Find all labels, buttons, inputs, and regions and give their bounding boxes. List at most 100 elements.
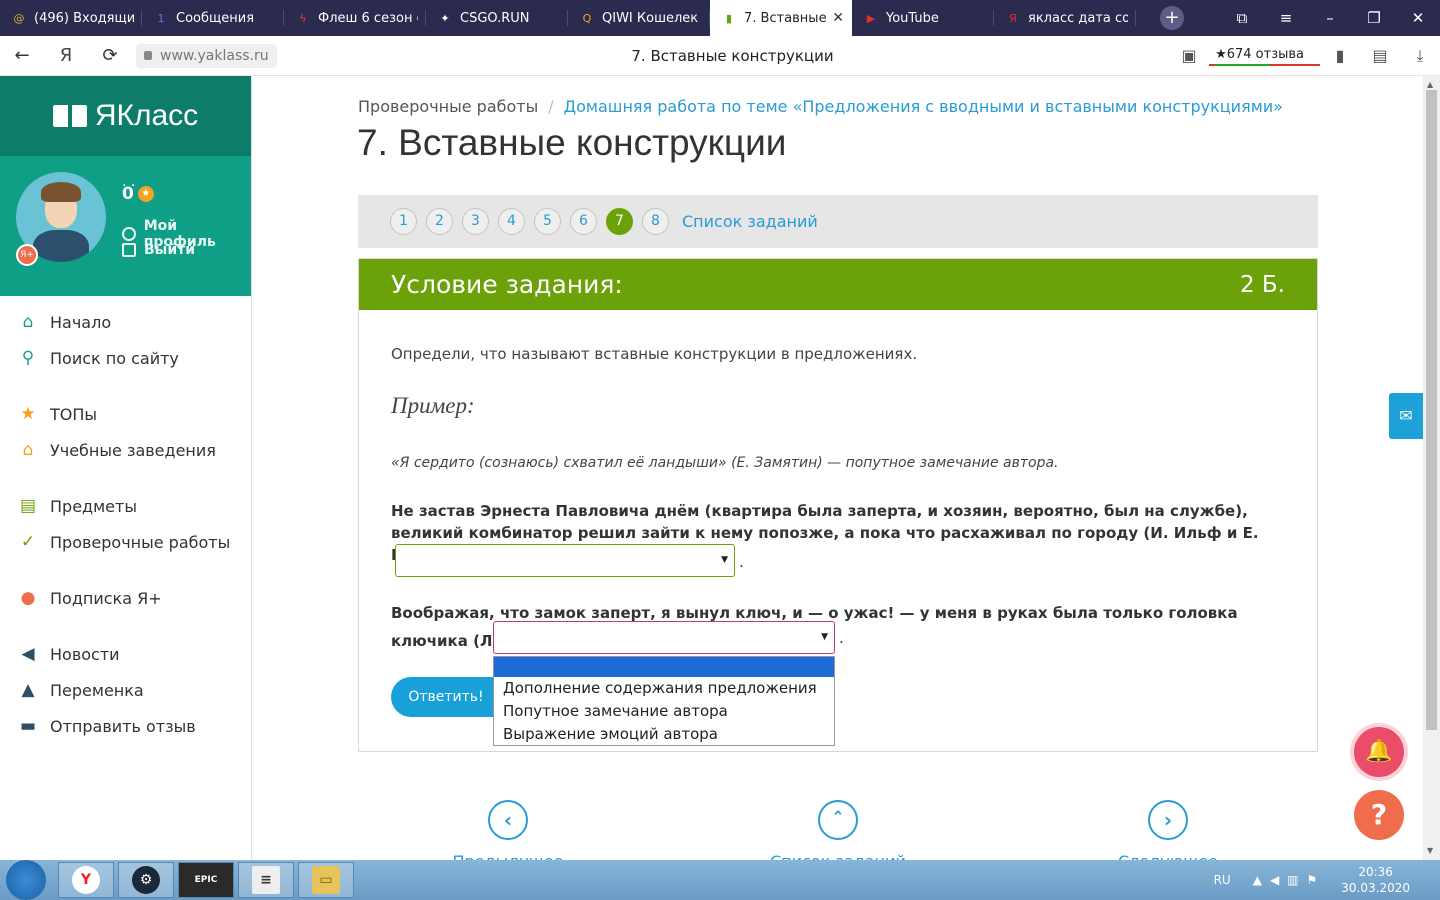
- next-task-link[interactable]: › Следующее задание: [1088, 800, 1248, 860]
- browser-tab-label: Флеш 6 сезон с: [318, 10, 418, 26]
- logout-link[interactable]: Выйти: [122, 242, 195, 258]
- tray-arrow-icon[interactable]: ▲: [1253, 873, 1262, 887]
- browser-tab-label: QIWI Кошелек: [602, 10, 699, 26]
- network-icon[interactable]: ▥: [1287, 873, 1298, 887]
- browser-tab[interactable]: Яякласс дата соз: [994, 0, 1136, 36]
- ya-plus-icon: ●: [20, 588, 36, 608]
- check-circle-icon: ✓: [20, 532, 36, 552]
- sidebar-item[interactable]: ⌂ Учебные заведения: [0, 432, 251, 468]
- breadcrumb-root[interactable]: Проверочные работы: [358, 97, 538, 116]
- sidebar-item[interactable]: ▤ Предметы: [0, 488, 251, 524]
- extensions-icon[interactable]: ▤: [1360, 46, 1400, 65]
- back-arrow-icon[interactable]: ←: [0, 45, 44, 66]
- sidebar-item[interactable]: ⌂ Начало: [0, 304, 251, 340]
- dropdown-option[interactable]: Попутное замечание автора: [494, 700, 834, 723]
- task-number-2[interactable]: 2: [426, 208, 453, 235]
- scroll-up-icon[interactable]: ▲: [1427, 80, 1433, 89]
- taskbar-notepad[interactable]: ≡: [238, 862, 294, 898]
- browser-tab[interactable]: 1 Сообщения: [142, 0, 284, 36]
- at-icon: @: [13, 11, 25, 25]
- sidebar-item[interactable]: ⚲ Поиск по сайту: [0, 340, 251, 376]
- task-number-7[interactable]: 7: [606, 208, 633, 235]
- sidebar-item[interactable]: ▬ Отправить отзыв: [0, 708, 251, 744]
- notification-bell-icon[interactable]: 🔔: [1354, 727, 1404, 777]
- chevron-down-icon: ▼: [821, 632, 828, 642]
- browser-tab-label: (496) Входящие: [34, 10, 134, 26]
- dropdown-option[interactable]: Выражение эмоций автора: [494, 723, 834, 746]
- logo[interactable]: ЯКласс: [0, 76, 251, 156]
- dropdown-option[interactable]: Дополнение содержания предложения: [494, 677, 834, 700]
- volume-icon[interactable]: ◀: [1270, 873, 1279, 887]
- flag-icon[interactable]: ⚑: [1307, 873, 1318, 887]
- task-list-footer-label: Список заданий: [770, 852, 906, 860]
- scrollbar-thumb[interactable]: [1426, 90, 1437, 730]
- task-number-4[interactable]: 4: [498, 208, 525, 235]
- task-number-1[interactable]: 1: [390, 208, 417, 235]
- task-card-header: Условие задания: 2 Б.: [359, 259, 1317, 310]
- browser-tab-label: якласс дата соз: [1028, 10, 1128, 26]
- sidebar-item[interactable]: ● Подписка Я+: [0, 580, 251, 616]
- coin-icon: ★: [137, 186, 154, 202]
- taskbar-yandex-browser[interactable]: Y: [58, 862, 114, 898]
- sidebar-item[interactable]: ★ ТОПы: [0, 396, 251, 432]
- help-question-icon[interactable]: ?: [1354, 790, 1404, 840]
- yandex-icon[interactable]: Я: [44, 45, 88, 66]
- minimize-icon[interactable]: –: [1308, 9, 1352, 27]
- browser-tab[interactable]: ϟ Флеш 6 сезон с: [284, 0, 426, 36]
- breadcrumb-current[interactable]: Домашняя работа по теме «Предложения с в…: [564, 97, 1283, 116]
- mail-icon[interactable]: ✉: [1389, 393, 1423, 439]
- start-button[interactable]: [6, 860, 46, 900]
- close-tab-icon[interactable]: ✕: [832, 10, 844, 26]
- browser-tab[interactable]: ▮ 7. Вставные к ✕: [710, 0, 852, 36]
- sidebar-item[interactable]: ◀ Новости: [0, 636, 251, 672]
- chevron-down-icon: ▼: [721, 555, 728, 565]
- bookmark-icon[interactable]: ▮: [1320, 46, 1360, 65]
- browser-tab-bar: @ (496) Входящие 1 Сообщения ϟ Флеш 6 сезон с…: [0, 0, 1440, 36]
- task-list-link[interactable]: Список заданий: [682, 212, 818, 231]
- sidebar-item[interactable]: ✓ Проверочные работы: [0, 524, 251, 560]
- answer-select-1[interactable]: ▼: [395, 544, 735, 577]
- taskbar-steam[interactable]: ⚙: [118, 862, 174, 898]
- sidebar-item-label: Переменка: [50, 680, 144, 700]
- taskbar: Y ⚙ EPIC ≡ ▭ RU ▲ ◀ ▥ ⚑ 20:36 30.03.2020: [0, 860, 1440, 900]
- clock[interactable]: 20:36 30.03.2020: [1341, 864, 1410, 896]
- taskbar-explorer[interactable]: ▭: [298, 862, 354, 898]
- prev-task-link[interactable]: ‹ Предыдущее задание: [423, 800, 593, 860]
- reload-icon[interactable]: ⟳: [88, 45, 132, 66]
- sidebar-item[interactable]: ▲ Переменка: [0, 672, 251, 708]
- menu-icon[interactable]: ≡: [1264, 9, 1308, 27]
- browser-tab[interactable]: ✦ CSGO.RUN: [426, 0, 568, 36]
- steam-icon: ⚙: [132, 866, 160, 894]
- answer-select-2[interactable]: ▼: [493, 621, 835, 654]
- task-number-8[interactable]: 8: [642, 208, 669, 235]
- language-indicator[interactable]: RU: [1214, 873, 1231, 887]
- browser-tab[interactable]: ▶ YouTube: [852, 0, 994, 36]
- task-number-5[interactable]: 5: [534, 208, 561, 235]
- answer-button[interactable]: Ответить!: [391, 677, 501, 717]
- taskbar-epic-games[interactable]: EPIC: [178, 862, 234, 898]
- download-icon[interactable]: ⤓: [1400, 46, 1440, 66]
- scrollbar[interactable]: ▲ ▼: [1423, 76, 1440, 860]
- url-field[interactable]: www.yaklass.ru: [136, 43, 277, 68]
- browser-tab[interactable]: @ (496) Входящие: [0, 0, 142, 36]
- restore-icon[interactable]: ❐: [1352, 9, 1396, 27]
- clock-date: 30.03.2020: [1341, 881, 1410, 895]
- block-icon[interactable]: ▣: [1169, 46, 1209, 65]
- tabs-icon[interactable]: ⧉: [1220, 9, 1264, 27]
- task-number-6[interactable]: 6: [570, 208, 597, 235]
- sidebar-item-label: Новости: [50, 644, 120, 664]
- scroll-down-icon[interactable]: ▼: [1427, 846, 1433, 855]
- window-controls: ⧉ ≡ – ❐ ✕: [1220, 0, 1440, 36]
- task-condition: Определи, что называют вставные конструк…: [391, 345, 918, 363]
- next-task-label: Следующее задание: [1118, 852, 1218, 860]
- reviews-badge[interactable]: ★674 отзыва: [1209, 46, 1320, 66]
- close-window-icon[interactable]: ✕: [1396, 9, 1440, 27]
- notepad-icon: ≡: [252, 866, 280, 894]
- task-numbers: 12345678: [390, 208, 678, 235]
- new-tab-button[interactable]: +: [1160, 6, 1184, 30]
- task-number-3[interactable]: 3: [462, 208, 489, 235]
- dropdown-option-blank[interactable]: [494, 657, 834, 677]
- browser-tab[interactable]: Q QIWI Кошелек: [568, 0, 710, 36]
- sidebar: ЯКласс Я+ . . 0 ★ Мой профиль Выйти ⌂ Нач…: [0, 76, 252, 860]
- task-list-footer-link[interactable]: ˆ Список заданий: [768, 800, 908, 860]
